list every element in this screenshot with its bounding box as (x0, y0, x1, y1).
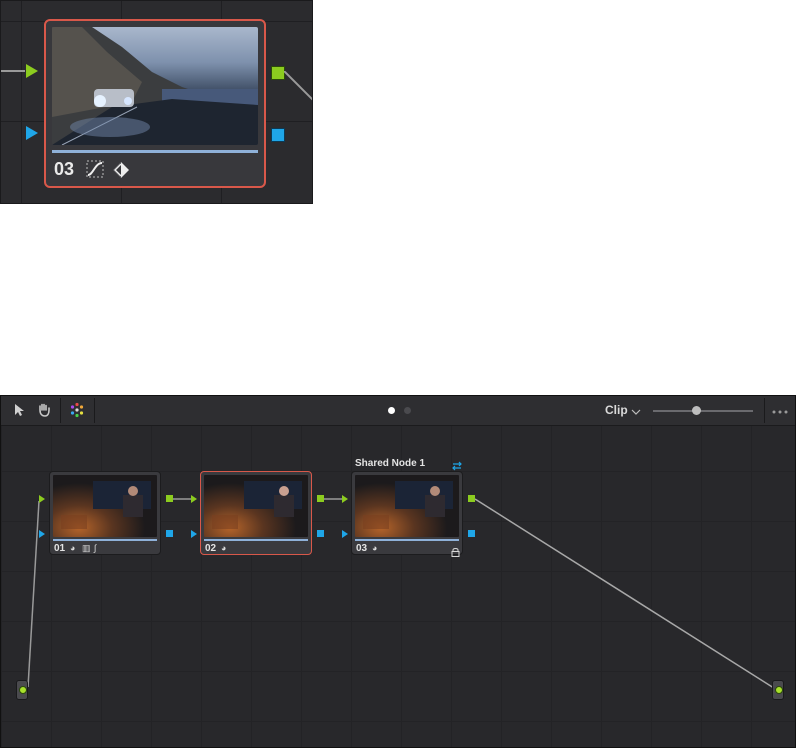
more-icon[interactable] (771, 404, 789, 422)
key-icon (112, 161, 130, 179)
node-03-alpha-output[interactable] (468, 530, 475, 537)
output-node[interactable] (772, 680, 784, 700)
node-01[interactable]: 01 ◕ ▥ ∫ (49, 471, 161, 555)
bars-icon: ▥ (82, 543, 91, 553)
node-editor-panel: Clip 01 ◕ ▥ ∫ 02 ◕ Shared Node 1 03 ◕ (0, 395, 796, 748)
input-connection-line (1, 70, 25, 72)
curves-icon (86, 160, 104, 178)
color-icon: ◕ (372, 543, 378, 553)
node-02-alpha-output[interactable] (317, 530, 324, 537)
toolbar-divider (764, 398, 765, 423)
toolbar-divider (94, 398, 95, 423)
node-progress-bar (53, 539, 157, 541)
node-03-alpha-input[interactable] (342, 530, 348, 538)
page-dot-active[interactable] (388, 407, 395, 414)
clip-mode-dropdown[interactable]: Clip (605, 403, 628, 417)
node-thumbnail (52, 27, 258, 145)
node-thumbnail (355, 475, 459, 537)
pointer-icon[interactable] (10, 400, 30, 420)
node-label: 03 (356, 543, 368, 554)
source-input-node[interactable] (16, 680, 28, 700)
node-label: 02 (205, 543, 217, 554)
color-icon: ◕ (221, 543, 227, 553)
node-01-rgb-input[interactable] (39, 495, 45, 503)
zoom-slider-handle[interactable] (692, 406, 701, 415)
node-03-rgb-output[interactable] (468, 495, 475, 502)
alpha-output-port[interactable] (271, 128, 285, 142)
output-input-dot[interactable] (775, 686, 783, 694)
page-dot-inactive[interactable] (404, 407, 411, 414)
shared-node-title: Shared Node 1 (355, 458, 426, 469)
node-03[interactable]: 03 ◕ (351, 471, 463, 557)
color-wheel-icon[interactable] (67, 400, 87, 420)
node-03-rgb-input[interactable] (342, 495, 348, 503)
output-connection-line (284, 71, 312, 101)
node-01-alpha-input[interactable] (39, 530, 45, 538)
chevron-down-icon[interactable] (631, 404, 641, 422)
node-02-rgb-input[interactable] (191, 495, 197, 503)
node-03-zoomed[interactable]: 03 (44, 19, 266, 188)
node-editor-toolbar: Clip (1, 396, 795, 426)
node-progress-bar (52, 150, 258, 153)
node-thumbnail (204, 475, 308, 537)
node-02-rgb-output[interactable] (317, 495, 324, 502)
rgb-output-port[interactable] (271, 66, 285, 80)
node-thumbnail (53, 475, 157, 537)
rgb-input-port[interactable] (26, 64, 38, 78)
curves-icon: ∫ (94, 543, 97, 553)
node-label: 01 (54, 543, 66, 554)
node-graph-canvas[interactable]: 01 ◕ ▥ ∫ 02 ◕ Shared Node 1 03 ◕ (1, 426, 795, 747)
color-icon: ◕ (70, 543, 76, 553)
hand-icon[interactable] (34, 400, 54, 420)
lock-icon[interactable] (451, 544, 460, 562)
alpha-input-port[interactable] (26, 126, 38, 140)
node-02-alpha-input[interactable] (191, 530, 197, 538)
toolbar-divider (60, 398, 61, 423)
node-label: 03 (54, 159, 75, 179)
zoom-slider-track[interactable] (653, 410, 753, 412)
node-01-alpha-output[interactable] (166, 530, 173, 537)
source-output-dot[interactable] (19, 686, 27, 694)
node-progress-bar (355, 539, 459, 541)
node-01-rgb-output[interactable] (166, 495, 173, 502)
zoomed-node-view: 03 (0, 0, 313, 204)
node-02[interactable]: 02 ◕ (200, 471, 312, 555)
node-progress-bar (204, 539, 308, 541)
